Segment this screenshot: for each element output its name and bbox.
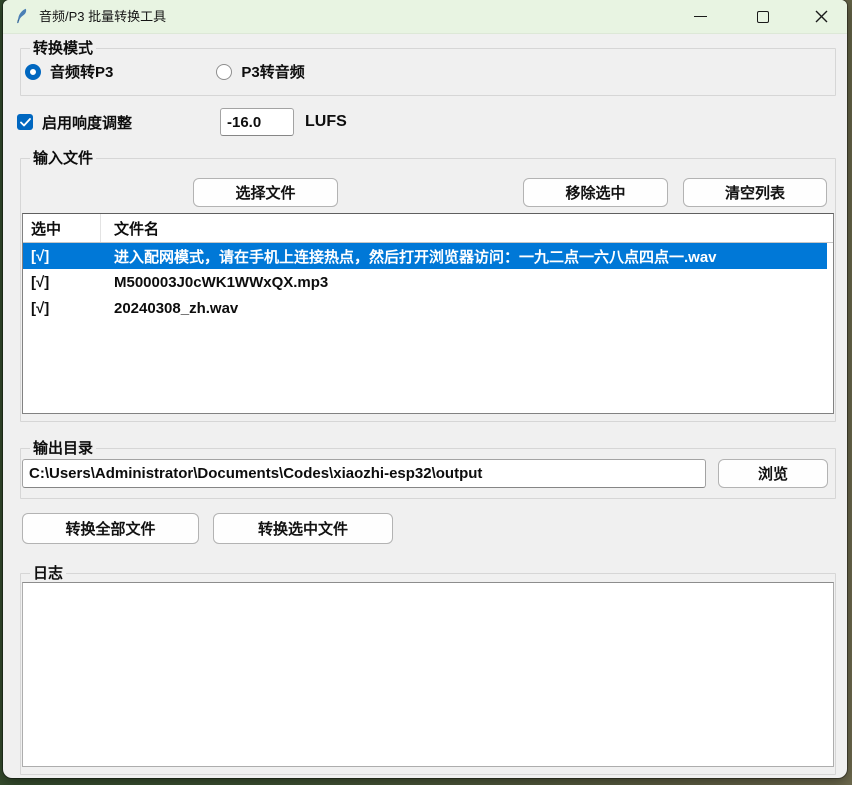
clear-list-button[interactable]: 清空列表 (683, 178, 827, 207)
input-files-label: 输入文件 (30, 149, 96, 168)
remove-selected-button[interactable]: 移除选中 (523, 178, 668, 207)
lufs-unit-label: LUFS (305, 108, 347, 136)
close-button[interactable] (806, 0, 836, 33)
table-row[interactable]: [√] M500003J0cWK1WWxQX.mp3 (23, 269, 833, 295)
python-feather-icon (14, 8, 29, 25)
row-filename: M500003J0cWK1WWxQX.mp3 (101, 274, 833, 291)
browse-button[interactable]: 浏览 (718, 459, 828, 488)
maximize-icon (757, 11, 769, 23)
log-label: 日志 (30, 564, 66, 583)
row-check-mark: [√] (23, 300, 101, 317)
row-filename: 20240308_zh.wav (101, 300, 833, 317)
output-dir-label: 输出目录 (30, 439, 96, 458)
close-icon (815, 10, 828, 23)
convert-selected-button[interactable]: 转换选中文件 (213, 513, 393, 544)
log-textarea[interactable] (22, 582, 834, 767)
mode-group-label: 转换模式 (30, 39, 96, 58)
file-table: 选中 文件名 [√] 进入配网模式，请在手机上连接热点，然后打开浏览器访问：一九… (22, 213, 834, 414)
convert-all-button[interactable]: 转换全部文件 (22, 513, 199, 544)
radio-off-icon (216, 64, 232, 80)
radio-audio-to-p3-label: 音频转P3 (50, 61, 113, 82)
table-row[interactable]: [√] 20240308_zh.wav (23, 295, 833, 321)
window-title: 音频/P3 批量转换工具 (39, 0, 166, 33)
app-window: 音频/P3 批量转换工具 转换模式 音频转P3 P3转音频 (3, 0, 847, 778)
titlebar[interactable]: 音频/P3 批量转换工具 (3, 0, 847, 34)
file-table-header: 选中 文件名 (23, 214, 833, 243)
select-files-button[interactable]: 选择文件 (193, 178, 338, 207)
radio-audio-to-p3[interactable]: 音频转P3 (25, 61, 113, 82)
minimize-icon (694, 16, 707, 17)
output-dir-input[interactable] (22, 459, 706, 488)
loudness-checkbox-label: 启用响度调整 (42, 112, 132, 133)
table-row[interactable]: [√] 进入配网模式，请在手机上连接热点，然后打开浏览器访问：一九二点一六八点四… (23, 243, 827, 269)
radio-p3-to-audio-label: P3转音频 (241, 61, 304, 82)
maximize-button[interactable] (748, 0, 778, 33)
checkbox-checked-icon (17, 114, 33, 130)
loudness-checkbox[interactable]: 启用响度调整 (17, 106, 132, 138)
mode-groupbox: 转换模式 音频转P3 P3转音频 (20, 48, 836, 96)
lufs-value-input[interactable] (220, 108, 294, 136)
radio-p3-to-audio[interactable]: P3转音频 (216, 61, 304, 82)
radio-on-icon (25, 64, 41, 80)
mode-radio-row: 音频转P3 P3转音频 (25, 61, 305, 82)
row-check-mark: [√] (23, 274, 101, 291)
column-header-checked[interactable]: 选中 (23, 214, 101, 242)
row-check-mark: [√] (23, 248, 101, 265)
column-header-filename[interactable]: 文件名 (101, 214, 833, 242)
row-filename: 进入配网模式，请在手机上连接热点，然后打开浏览器访问：一九二点一六八点四点一.w… (101, 246, 827, 267)
minimize-button[interactable] (685, 0, 715, 33)
